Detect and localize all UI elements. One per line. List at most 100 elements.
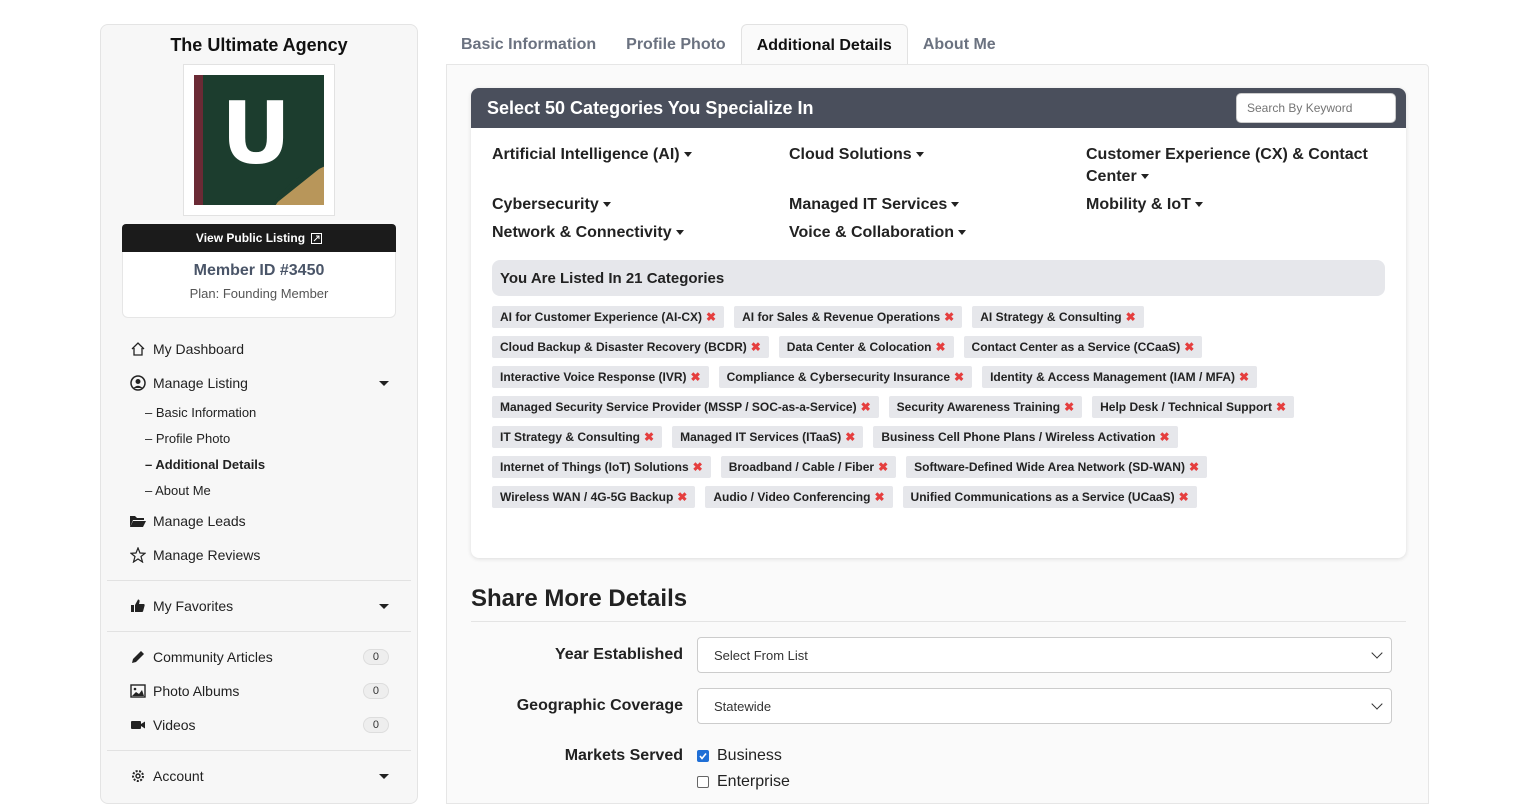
chevron-down-icon[interactable] (379, 773, 389, 779)
member-id: Member ID #3450 (193, 262, 325, 279)
markets-options: Business Enterprise (697, 745, 790, 793)
sidebar-item-community-articles[interactable]: Community Articles 0 (101, 640, 417, 674)
category-tag: Data Center & Colocation ✖ (778, 336, 954, 358)
remove-icon[interactable]: ✖ (878, 456, 888, 478)
category-tag-label: Unified Communications as a Service (UCa… (910, 490, 1175, 504)
sidebar-item-dashboard[interactable]: My Dashboard (101, 332, 417, 366)
geographic-coverage-select[interactable]: Statewide (697, 688, 1392, 724)
folder-open-icon (129, 512, 147, 530)
remove-icon[interactable]: ✖ (691, 366, 701, 388)
market-option-business[interactable]: Business (697, 745, 790, 767)
tab-additional-details[interactable]: Additional Details (740, 24, 908, 65)
user-circle-icon (129, 374, 147, 392)
category-group-voice[interactable]: Voice & Collaboration (789, 222, 1086, 244)
category-tag: Help Desk / Technical Support ✖ (1092, 396, 1295, 418)
remove-icon[interactable]: ✖ (693, 456, 703, 478)
market-option-enterprise[interactable]: Enterprise (697, 771, 790, 793)
agency-logo: U (183, 64, 335, 216)
remove-icon[interactable]: ✖ (706, 306, 716, 328)
category-tag-label: Broadband / Cable / Fiber (728, 460, 875, 474)
market-option-label: Business (717, 747, 782, 764)
tab-profile-photo[interactable]: Profile Photo (611, 24, 741, 64)
category-group-cloud[interactable]: Cloud Solutions (789, 144, 1086, 188)
sidebar-item-videos[interactable]: Videos 0 (101, 708, 417, 742)
sidebar-subitem-profile-photo[interactable]: – Profile Photo (101, 426, 417, 452)
category-tag-label: AI Strategy & Consulting (980, 310, 1122, 324)
category-group-label: Artificial Intelligence (AI) (492, 146, 680, 163)
checkbox-unchecked[interactable] (697, 776, 709, 788)
remove-icon[interactable]: ✖ (944, 306, 954, 328)
remove-icon[interactable]: ✖ (1160, 426, 1170, 448)
remove-icon[interactable]: ✖ (1184, 336, 1194, 358)
category-group-managed-it[interactable]: Managed IT Services (789, 194, 1086, 216)
remove-icon[interactable]: ✖ (644, 426, 654, 448)
sidebar-item-label: Photo Albums (153, 683, 240, 699)
category-tag-label: Data Center & Colocation (786, 340, 932, 354)
chevron-down-icon[interactable] (379, 380, 389, 386)
category-group-label: Cloud Solutions (789, 146, 912, 163)
year-established-select[interactable]: Select From List (697, 637, 1392, 673)
remove-icon[interactable]: ✖ (1126, 306, 1136, 328)
member-card: Member ID #3450 Plan: Founding Member (122, 252, 396, 318)
sidebar-item-photo-albums[interactable]: Photo Albums 0 (101, 674, 417, 708)
remove-icon[interactable]: ✖ (1064, 396, 1074, 418)
category-group-network[interactable]: Network & Connectivity (492, 222, 789, 244)
remove-icon[interactable]: ✖ (845, 426, 855, 448)
tab-basic-information[interactable]: Basic Information (446, 24, 611, 64)
category-tag: Wireless WAN / 4G-5G Backup ✖ (492, 486, 696, 508)
remove-icon[interactable]: ✖ (677, 486, 687, 508)
category-tag-label: Security Awareness Training (896, 400, 1061, 414)
categories-header: Select 50 Categories You Specialize In (471, 88, 1406, 128)
remove-icon[interactable]: ✖ (861, 396, 871, 418)
category-tag-label: IT Strategy & Consulting (500, 430, 641, 444)
view-public-listing-label: View Public Listing (195, 231, 306, 245)
remove-icon[interactable]: ✖ (751, 336, 761, 358)
remove-icon[interactable]: ✖ (1179, 486, 1189, 508)
sidebar-subitem-about-me[interactable]: – About Me (101, 478, 417, 504)
home-icon (129, 340, 147, 358)
divider (107, 750, 411, 751)
sidebar-subitem-additional-details[interactable]: – Additional Details (101, 452, 417, 478)
category-group-cx[interactable]: Customer Experience (CX) & Contact Cente… (1086, 144, 1383, 188)
sidebar-item-manage-reviews[interactable]: Manage Reviews (101, 538, 417, 572)
sidebar-item-label: Manage Leads (153, 513, 246, 529)
category-tag: Contact Center as a Service (CCaaS) ✖ (963, 336, 1203, 358)
remove-icon[interactable]: ✖ (1189, 456, 1199, 478)
tab-about-me[interactable]: About Me (908, 24, 1011, 64)
remove-icon[interactable]: ✖ (954, 366, 964, 388)
remove-icon[interactable]: ✖ (874, 486, 884, 508)
category-group-ai[interactable]: Artificial Intelligence (AI) (492, 144, 789, 188)
remove-icon[interactable]: ✖ (1239, 366, 1249, 388)
checkbox-checked[interactable] (697, 750, 709, 762)
caret-down-icon (951, 202, 960, 208)
category-tag: IT Strategy & Consulting ✖ (492, 426, 663, 448)
category-tag: Security Awareness Training ✖ (888, 396, 1083, 418)
sidebar-subitem-basic-information[interactable]: – Basic Information (101, 400, 417, 426)
category-tag: AI Strategy & Consulting ✖ (972, 306, 1144, 328)
remove-icon[interactable]: ✖ (1276, 396, 1286, 418)
tab-bar: Basic Information Profile Photo Addition… (446, 24, 1011, 65)
sidebar: The Ultimate Agency U View Public Listin… (100, 24, 418, 804)
chevron-down-icon[interactable] (379, 603, 389, 609)
remove-icon[interactable]: ✖ (935, 336, 945, 358)
sidebar-item-manage-listing[interactable]: Manage Listing (101, 366, 417, 400)
sidebar-item-label: Manage Listing (153, 375, 248, 391)
sidebar-item-account[interactable]: Account (101, 759, 417, 793)
category-tag-label: Internet of Things (IoT) Solutions (500, 460, 689, 474)
category-tag-label: Interactive Voice Response (IVR) (500, 370, 687, 384)
sidebar-nav: My Dashboard Manage Listing – Basic Info… (101, 332, 417, 793)
category-group-cybersecurity[interactable]: Cybersecurity (492, 194, 789, 216)
category-group-label: Managed IT Services (789, 196, 948, 213)
sidebar-item-manage-leads[interactable]: Manage Leads (101, 504, 417, 538)
member-plan: Plan: Founding Member (189, 286, 329, 301)
category-search-input[interactable] (1236, 93, 1396, 123)
view-public-listing-button[interactable]: View Public Listing (122, 224, 396, 252)
share-details-title: Share More Details (471, 585, 688, 612)
sidebar-item-label: Community Articles (153, 649, 273, 665)
category-tag: Cloud Backup & Disaster Recovery (BCDR) ✖ (492, 336, 769, 358)
sidebar-item-favorites[interactable]: My Favorites (101, 589, 417, 623)
category-group-mobility[interactable]: Mobility & IoT (1086, 194, 1383, 216)
divider (107, 631, 411, 632)
star-icon (129, 546, 147, 564)
category-tag-label: AI for Sales & Revenue Operations (742, 310, 941, 324)
